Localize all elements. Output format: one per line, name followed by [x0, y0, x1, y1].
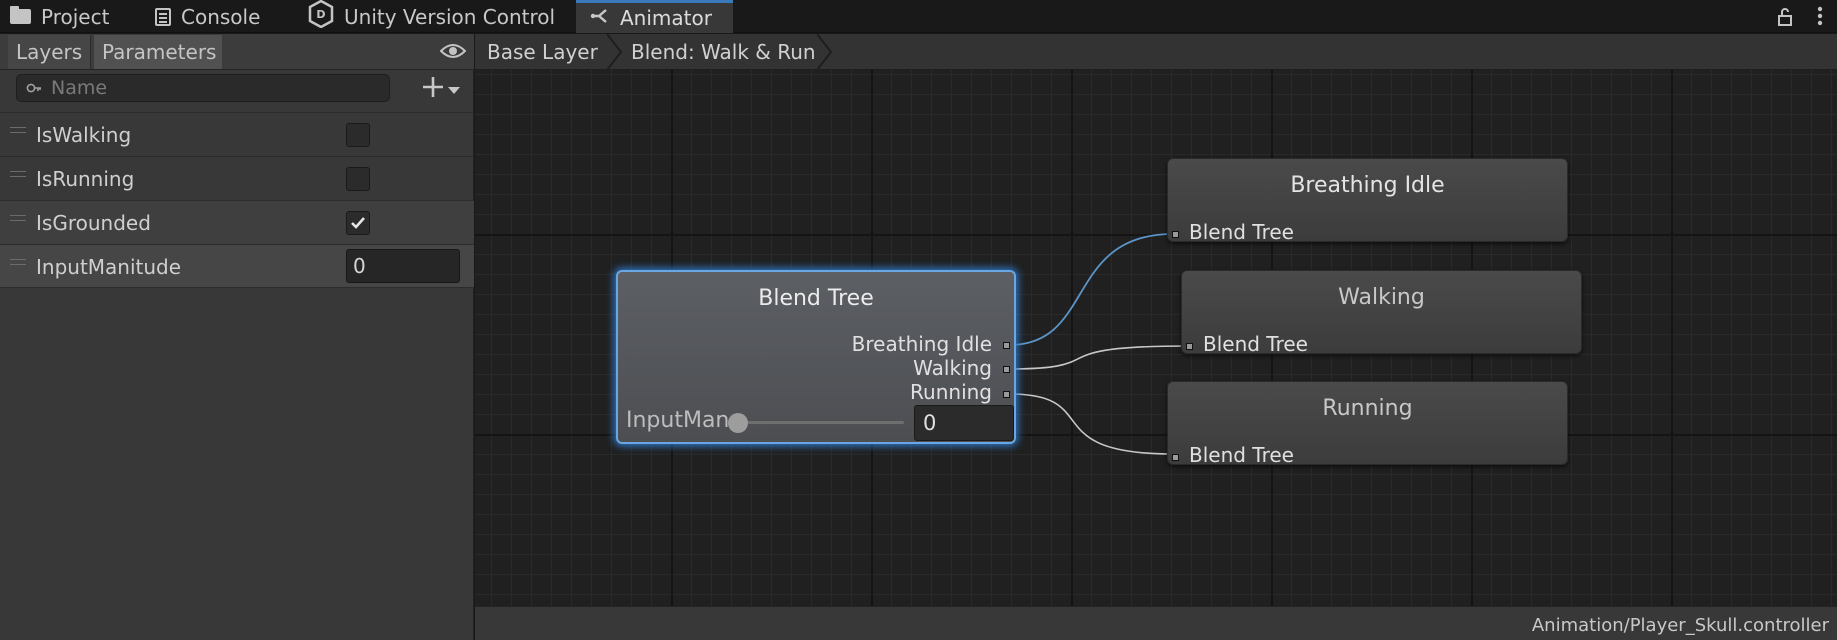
isrunning-checkbox[interactable] — [346, 167, 370, 191]
drag-handle-icon[interactable] — [10, 127, 26, 133]
breadcrumb-current[interactable]: Blend: Walk & Run — [631, 34, 816, 70]
parameter-name: InputManitude — [36, 255, 182, 279]
output-port[interactable] — [1003, 366, 1010, 373]
parameter-row[interactable]: IsWalking — [0, 112, 474, 156]
parameter-row[interactable]: IsGrounded — [0, 200, 474, 244]
add-parameter-button[interactable] — [422, 76, 470, 102]
breadcrumb-base-layer[interactable]: Base Layer — [487, 34, 598, 70]
animator-icon — [590, 6, 610, 30]
tab-version-control[interactable]: D Unity Version Control — [308, 0, 555, 33]
node-title: Walking — [1338, 285, 1425, 310]
parameter-name: IsGrounded — [36, 211, 151, 235]
edge-running — [1008, 393, 1174, 455]
tab-layers[interactable]: Layers — [8, 35, 92, 69]
svg-text:D: D — [316, 8, 325, 21]
input-port-label: Blend Tree — [1189, 220, 1294, 244]
parameters-panel: Layers Parameters IsWalking IsRunning Is… — [0, 34, 474, 640]
input-port[interactable] — [1186, 343, 1193, 350]
parameter-name: IsRunning — [36, 167, 135, 191]
tab-parameters[interactable]: Parameters — [94, 35, 222, 69]
parameter-row[interactable]: IsRunning — [0, 156, 474, 200]
window-tab-bar: Project Console D Unity Version Control … — [0, 0, 1837, 33]
checkmark-icon — [351, 217, 365, 229]
status-bar: Animation/Player_Skull.controller — [475, 606, 1837, 640]
tab-animator-label: Animator — [620, 6, 712, 30]
breadcrumb-separator-icon — [817, 34, 833, 70]
input-port[interactable] — [1172, 454, 1179, 461]
blend-value-field[interactable]: 0 — [914, 405, 1014, 441]
eye-icon[interactable] — [439, 42, 467, 64]
output-port-label: Running — [910, 380, 992, 404]
output-port-label: Breathing Idle — [851, 332, 992, 356]
motion-node-running[interactable]: Running Blend Tree — [1167, 381, 1568, 467]
animator-graph[interactable]: Base Layer Blend: Walk & Run Blend Tree … — [475, 34, 1837, 606]
input-port-label: Blend Tree — [1189, 443, 1294, 467]
node-title: Blend Tree — [758, 286, 874, 311]
tab-animator[interactable]: Animator — [576, 0, 733, 33]
tab-project-label: Project — [41, 4, 110, 29]
drag-handle-icon[interactable] — [10, 259, 26, 265]
node-title: Breathing Idle — [1290, 173, 1445, 198]
edge-breathing-idle — [1008, 233, 1174, 346]
edge-walking — [1008, 345, 1188, 370]
inputmanitude-field[interactable]: 0 — [346, 249, 460, 283]
input-port-label: Blend Tree — [1203, 332, 1308, 356]
node-title: Running — [1322, 396, 1413, 421]
folder-icon — [10, 6, 31, 24]
output-port-label: Walking — [913, 356, 992, 380]
output-port[interactable] — [1003, 391, 1010, 398]
version-control-icon: D — [308, 0, 334, 33]
console-icon — [155, 7, 171, 26]
chevron-down-icon — [448, 80, 460, 99]
motion-node-breathing-idle[interactable]: Breathing Idle Blend Tree — [1167, 158, 1568, 244]
plus-icon — [422, 76, 444, 102]
blend-slider-track[interactable] — [732, 421, 904, 424]
isgrounded-checkbox[interactable] — [346, 211, 370, 235]
drag-handle-icon[interactable] — [10, 215, 26, 221]
blend-tree-node[interactable]: Blend Tree Breathing Idle Walking Runnin… — [616, 270, 1016, 444]
blend-parameter-label: InputManitude — [626, 408, 730, 433]
breadcrumb: Base Layer Blend: Walk & Run — [475, 34, 1837, 70]
lock-icon[interactable] — [1777, 7, 1793, 31]
controller-path: Animation/Player_Skull.controller — [1531, 615, 1829, 636]
tab-console[interactable]: Console — [155, 0, 260, 33]
breadcrumb-separator-icon — [607, 34, 623, 70]
search-input[interactable] — [51, 75, 381, 101]
parameter-row[interactable]: InputManitude 0 — [0, 244, 474, 288]
panel-tabs: Layers Parameters — [0, 34, 474, 70]
tab-console-label: Console — [181, 4, 261, 29]
output-port[interactable] — [1003, 342, 1010, 349]
motion-node-walking[interactable]: Walking Blend Tree — [1181, 270, 1582, 356]
blend-slider-thumb[interactable] — [728, 413, 748, 433]
search-box — [16, 74, 390, 102]
more-options-icon[interactable] — [1817, 6, 1823, 30]
parameter-name: IsWalking — [36, 123, 132, 147]
tab-version-control-label: Unity Version Control — [344, 4, 556, 29]
iswalking-checkbox[interactable] — [346, 123, 370, 147]
input-port[interactable] — [1172, 231, 1179, 238]
search-icon — [26, 81, 42, 100]
tab-project[interactable]: Project — [10, 0, 109, 33]
drag-handle-icon[interactable] — [10, 171, 26, 177]
